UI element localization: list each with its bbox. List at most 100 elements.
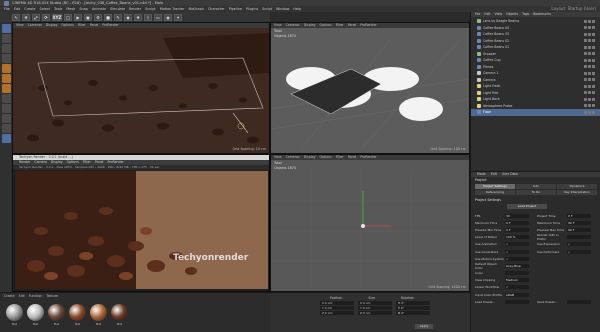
attribute-value[interactable]: ✓ <box>505 249 529 254</box>
subdivision-button[interactable]: ◆ <box>124 13 132 21</box>
material-tag-icon[interactable] <box>592 104 595 108</box>
attribute-value[interactable]: 0 F <box>505 227 529 232</box>
material-menu-texture[interactable]: Texture <box>46 294 58 298</box>
visibility-dot-icon[interactable] <box>584 91 587 95</box>
attribute-value[interactable] <box>505 299 529 304</box>
attribute-menu-mode[interactable]: Mode <box>477 172 486 177</box>
menu-item-script[interactable]: Script <box>262 7 272 11</box>
menu-item-help[interactable]: Help <box>293 7 301 11</box>
visibility-dot-icon[interactable] <box>584 52 587 56</box>
object-menu-file[interactable]: File <box>475 12 480 17</box>
material-menu-edit[interactable]: Edit <box>19 294 25 298</box>
menu-item-simulate[interactable]: Simulate <box>110 7 125 11</box>
sculpt-icon[interactable] <box>1 134 11 143</box>
coord-field[interactable]: H 0° <box>396 301 430 305</box>
attribute-value[interactable]: ✓ <box>567 242 591 247</box>
render-picture-button[interactable]: ▣ <box>84 13 92 21</box>
menu-item-animate[interactable]: Animate <box>92 7 106 11</box>
menu-item-tools[interactable]: Tools <box>54 7 62 11</box>
render-dot-icon[interactable] <box>588 26 591 30</box>
coord-field[interactable]: P 0° <box>396 306 430 310</box>
viewport-front[interactable]: View Cameras Display Options Filter Panel ProR… <box>270 154 470 292</box>
material-tag-icon[interactable] <box>592 65 595 69</box>
render-window[interactable]: Techyon Render - 3.0.1 (build ...) Rende… <box>12 154 270 292</box>
material-tag-icon[interactable] <box>592 97 595 101</box>
visibility-dot-icon[interactable] <box>584 26 587 30</box>
attribute-tab[interactable]: Info <box>516 184 556 189</box>
render-dot-icon[interactable] <box>588 52 591 56</box>
attribute-tab[interactable]: Project Settings <box>475 184 515 189</box>
material-tag-icon[interactable] <box>592 39 595 43</box>
render-dot-icon[interactable] <box>588 110 591 114</box>
material-tag-icon[interactable] <box>592 32 595 36</box>
material-tag-icon[interactable] <box>592 19 595 23</box>
visibility-dot-icon[interactable] <box>584 45 587 49</box>
menu-item-snap[interactable]: Snap <box>79 7 88 11</box>
visibility-dot-icon[interactable] <box>584 65 587 69</box>
polygons-mode-icon[interactable] <box>1 84 11 93</box>
points-mode-icon[interactable] <box>1 64 11 73</box>
menu-item-pipeline[interactable]: Pipeline <box>229 7 242 11</box>
material-tag-icon[interactable] <box>592 26 595 30</box>
material-swatch[interactable] <box>69 304 86 321</box>
object-menu-edit[interactable]: Edit <box>484 12 490 17</box>
camera-button[interactable]: ◉ <box>164 13 172 21</box>
coord-field[interactable]: Y 0 cm <box>320 306 354 310</box>
material-tag-icon[interactable] <box>592 45 595 49</box>
attribute-menu-edit[interactable]: Edit <box>491 172 497 177</box>
xyz-axis-button[interactable]: XYZ <box>52 13 62 21</box>
viewport-menu-view[interactable]: View <box>274 23 282 28</box>
material-swatch[interactable] <box>6 304 23 321</box>
menu-item-create[interactable]: Create <box>24 7 35 11</box>
attribute-value[interactable]: ✓ <box>505 242 529 247</box>
material-tag-icon[interactable] <box>592 78 595 82</box>
render-dot-icon[interactable] <box>588 45 591 49</box>
menu-item-window[interactable]: Window <box>276 7 289 11</box>
attribute-value[interactable]: 90 F <box>567 227 591 232</box>
attribute-tab[interactable]: Referencing <box>475 190 515 195</box>
visibility-dot-icon[interactable] <box>584 58 587 62</box>
array-button[interactable]: ❖ <box>134 13 142 21</box>
visibility-dot-icon[interactable] <box>584 39 587 43</box>
viewport-menu-cameras[interactable]: Cameras <box>286 23 300 28</box>
material-swatch[interactable] <box>48 304 65 321</box>
coord-field[interactable]: Z 0 cm <box>320 311 354 315</box>
object-menu-objects[interactable]: Objects <box>506 12 518 17</box>
material-menu-function[interactable]: Function <box>29 294 43 298</box>
attribute-value[interactable] <box>567 299 591 304</box>
material-swatch[interactable] <box>27 304 44 321</box>
attribute-value[interactable]: ✓ <box>505 256 529 261</box>
object-menu-bookmarks[interactable]: Bookmarks <box>533 12 551 17</box>
visibility-dot-icon[interactable] <box>584 71 587 75</box>
attribute-value[interactable]: Gray-Blue <box>505 263 529 268</box>
coord-field[interactable]: Z 0 cm <box>358 311 392 315</box>
material-tag-icon[interactable] <box>592 52 595 56</box>
visibility-dot-icon[interactable] <box>584 104 587 108</box>
viewport-menu-prorender[interactable]: ProRender <box>360 23 376 28</box>
viewport-menu-filter[interactable]: Filter <box>336 23 344 28</box>
viewport-menu-panel[interactable]: Panel <box>348 155 357 160</box>
render-dot-icon[interactable] <box>588 32 591 36</box>
render-dot-icon[interactable] <box>588 104 591 108</box>
attribute-value[interactable]: ✓ <box>505 285 529 290</box>
render-view-button[interactable]: ▶ <box>74 13 82 21</box>
viewport-menu-filter[interactable]: Filter <box>336 155 344 160</box>
select-tool-button[interactable]: ↖ <box>12 13 20 21</box>
object-menu-view[interactable]: View <box>495 12 503 17</box>
render-settings-button[interactable]: ⚙ <box>94 13 102 21</box>
attribute-value[interactable]: ✓ <box>567 249 591 254</box>
apply-button[interactable]: Apply <box>415 324 433 329</box>
cube-button[interactable]: ■ <box>104 13 112 21</box>
render-dot-icon[interactable] <box>588 97 591 101</box>
material-tag-icon[interactable] <box>592 91 595 95</box>
attribute-value[interactable] <box>505 271 529 276</box>
attribute-tab[interactable]: Dynamics <box>557 184 597 189</box>
menu-item-motion-tracker[interactable]: Motion Tracker <box>160 7 185 11</box>
menu-item-character[interactable]: Character <box>208 7 225 11</box>
viewport-menu-cameras[interactable]: Cameras <box>286 155 300 160</box>
object-menu-tags[interactable]: Tags <box>522 12 529 17</box>
menu-item-file[interactable]: File <box>4 7 10 11</box>
coord-field[interactable]: X 0 cm <box>358 301 392 305</box>
pen-button[interactable]: ✎ <box>114 13 122 21</box>
render-dot-icon[interactable] <box>588 71 591 75</box>
